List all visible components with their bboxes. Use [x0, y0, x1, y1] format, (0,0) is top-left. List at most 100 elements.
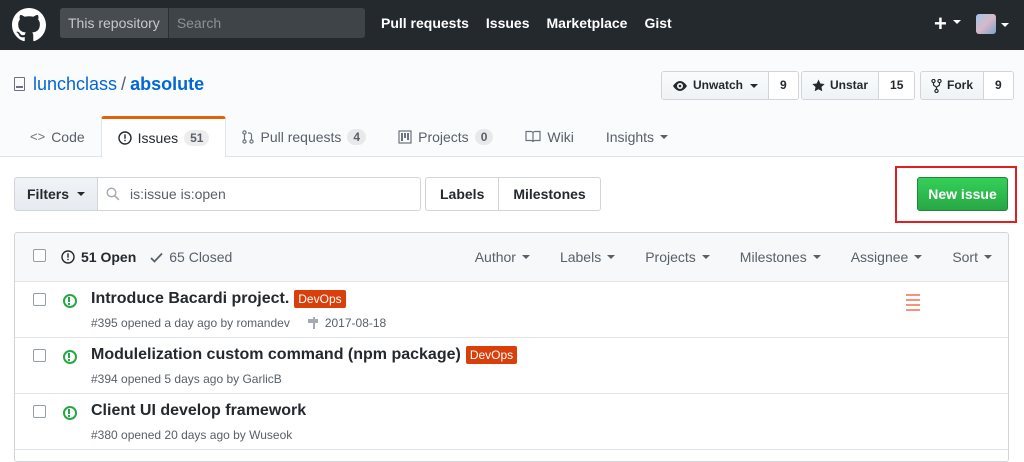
new-issue-button[interactable]: New issue	[917, 177, 1008, 211]
sort-label: Sort	[952, 249, 978, 265]
milestone-icon	[307, 317, 320, 329]
pull-requests-counter: 4	[347, 128, 367, 145]
check-icon	[150, 252, 163, 263]
tab-code[interactable]: <> Code	[14, 116, 101, 157]
nav-marketplace[interactable]: Marketplace	[547, 15, 628, 31]
user-avatar[interactable]	[976, 14, 996, 34]
issue-states: 51 Open 65 Closed	[61, 249, 232, 265]
fork-label: Fork	[947, 78, 974, 92]
closed-issues-link[interactable]: 65 Closed	[150, 249, 232, 265]
author-filter-menu[interactable]: Author	[475, 249, 530, 265]
issue-meta: #394 opened 5 days ago by GarlicB	[91, 372, 282, 386]
eye-icon	[673, 80, 687, 91]
fork-button[interactable]: Fork	[921, 72, 984, 99]
assignee-filter-menu[interactable]: Assignee	[851, 249, 923, 265]
nav-issues[interactable]: Issues	[486, 15, 530, 31]
issue-checkbox[interactable]	[33, 405, 46, 418]
issue-checkbox[interactable]	[33, 349, 46, 362]
issue-search-input[interactable]: is:issue is:open	[98, 177, 422, 211]
issue-row: Modulelization custom command (npm packa…	[15, 338, 1008, 394]
tab-wiki-label: Wiki	[547, 128, 574, 145]
forks-count[interactable]: 9	[983, 72, 1013, 99]
sort-menu[interactable]: Sort	[952, 249, 992, 265]
repo-header: lunchclass / absolute Unwatch 9 Unstar 15 …	[0, 50, 1024, 158]
create-new-plus-icon[interactable]: +	[934, 11, 947, 37]
issues-counter: 51	[184, 130, 210, 146]
search-scope-label: This repository	[60, 8, 169, 38]
labels-button[interactable]: Labels	[426, 178, 498, 210]
projects-counter: 0	[474, 128, 494, 145]
issue-label-devops[interactable]: DevOps	[465, 346, 518, 364]
unstar-button[interactable]: Unstar	[802, 72, 879, 99]
issue-title-wrap: Introduce Bacardi project. DevOps	[91, 290, 346, 308]
filters-dropdown-button[interactable]: Filters	[14, 177, 99, 211]
repo-name-link[interactable]: absolute	[130, 74, 204, 94]
repo-title: lunchclass / absolute	[33, 74, 204, 95]
milestones-button[interactable]: Milestones	[498, 178, 599, 210]
issue-meta-text: #395 opened a day ago by romandev	[91, 316, 290, 330]
filters-label: Filters	[27, 186, 70, 202]
assignee-filter-label: Assignee	[850, 249, 909, 265]
issues-list-header: 51 Open 65 Closed Author Labels Projects…	[15, 233, 1008, 282]
nav-gist[interactable]: Gist	[644, 15, 671, 31]
repo-icon	[14, 77, 25, 91]
pull-request-icon	[242, 129, 255, 144]
unwatch-label: Unwatch	[693, 78, 744, 92]
projects-caret-icon	[701, 255, 710, 259]
milestones-filter-menu[interactable]: Milestones	[740, 249, 821, 265]
issue-title-link[interactable]: Introduce Bacardi project.	[91, 290, 289, 308]
tab-issues-label: Issues	[137, 130, 179, 146]
global-nav: Pull requests Issues Marketplace Gist	[381, 15, 672, 31]
issue-title-link[interactable]: Client UI develop framework	[91, 402, 306, 420]
labels-filter-menu[interactable]: Labels	[560, 249, 616, 265]
watchers-count[interactable]: 9	[768, 72, 798, 99]
milestones-caret-icon	[812, 255, 821, 259]
tab-pull-requests-label: Pull requests	[260, 128, 342, 145]
issue-open-icon	[63, 294, 77, 308]
assignee-caret-icon	[914, 255, 923, 259]
open-issues-label: 51 Open	[81, 249, 137, 265]
issue-search-query: is:issue is:open	[130, 186, 226, 202]
star-icon	[812, 79, 825, 92]
issue-milestone-link[interactable]: 2017-08-18	[307, 316, 386, 330]
assignee-avatar[interactable]	[903, 292, 923, 312]
insights-caret-icon	[660, 134, 669, 139]
tab-pull-requests[interactable]: Pull requests 4	[226, 116, 382, 157]
github-logo-icon[interactable]	[12, 8, 46, 42]
issue-label-devops[interactable]: DevOps	[294, 290, 346, 308]
labels-caret-icon	[607, 255, 616, 259]
tab-insights[interactable]: Insights	[590, 116, 684, 157]
global-search-input[interactable]: Search	[169, 8, 365, 38]
unwatch-button[interactable]: Unwatch	[662, 72, 769, 99]
projects-filter-menu[interactable]: Projects	[645, 249, 710, 265]
select-all-checkbox[interactable]	[33, 249, 46, 262]
stargazers-count[interactable]: 15	[878, 72, 915, 99]
user-menu-caret-icon[interactable]	[1001, 23, 1009, 27]
tab-projects-label: Projects	[418, 128, 469, 145]
issue-filters: Filters is:issue is:open	[14, 177, 422, 211]
repo-separator: /	[121, 74, 127, 94]
star-button-group: Unstar 15	[801, 71, 916, 100]
tab-issues[interactable]: Issues 51	[100, 116, 227, 158]
global-search[interactable]: This repository Search	[60, 8, 365, 38]
issue-meta-text: #380 opened 20 days ago by Wuseok	[91, 428, 293, 442]
nav-pull-requests[interactable]: Pull requests	[381, 15, 469, 31]
issue-title-link[interactable]: Modulelization custom command (npm packa…	[91, 346, 461, 364]
issue-open-icon	[63, 350, 77, 364]
create-new-caret-icon[interactable]	[953, 20, 961, 24]
tab-insights-label: Insights	[605, 128, 655, 145]
tab-wiki[interactable]: Wiki	[509, 116, 589, 157]
issue-title-wrap: Client UI develop framework	[91, 402, 306, 420]
issue-sort-menus: Author Labels Projects Milestones Assign…	[475, 249, 992, 265]
issue-meta-text: #394 opened 5 days ago by GarlicB	[91, 372, 282, 386]
sort-caret-icon	[984, 255, 992, 259]
issue-meta: #395 opened a day ago by romandev 2017-0…	[91, 316, 386, 330]
projects-filter-label: Projects	[645, 249, 696, 265]
tab-projects[interactable]: Projects 0	[382, 116, 509, 157]
issue-meta: #380 opened 20 days ago by Wuseok	[91, 428, 292, 442]
open-issues-link[interactable]: 51 Open	[61, 249, 136, 265]
search-icon	[106, 187, 120, 201]
repo-owner-link[interactable]: lunchclass	[33, 74, 117, 94]
unstar-label: Unstar	[830, 78, 869, 92]
issue-checkbox[interactable]	[33, 293, 46, 306]
